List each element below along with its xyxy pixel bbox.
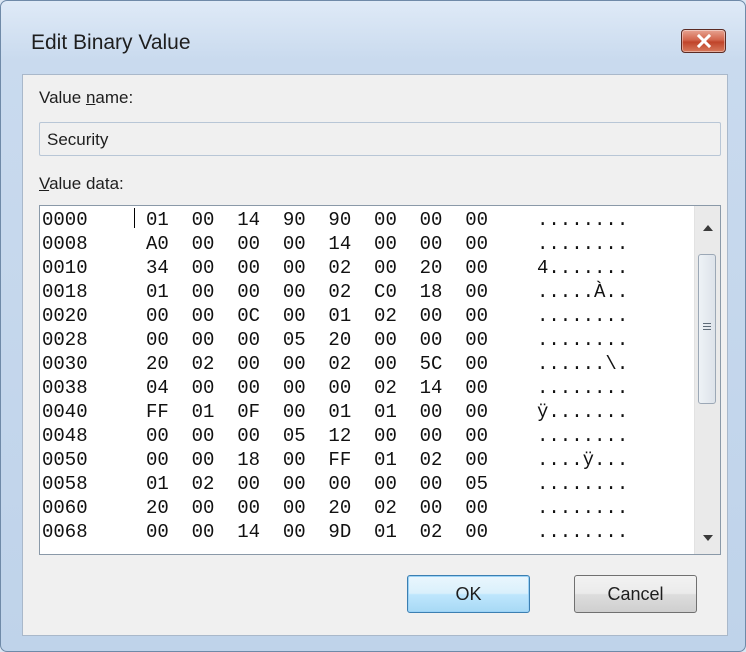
edit-binary-value-dialog: Edit Binary Value Value name: Security V… [0, 0, 746, 652]
vertical-scrollbar[interactable] [694, 206, 720, 554]
hex-bytes: 01 02 00 00 00 00 00 05 [146, 473, 489, 495]
hex-ascii: ........ [537, 497, 629, 519]
dialog-title: Edit Binary Value [31, 31, 191, 54]
thumb-grip-line [703, 323, 711, 324]
hex-ascii: ........ [537, 233, 629, 255]
hex-row: 0060 20 00 00 00 20 02 00 00........ [42, 497, 692, 519]
hex-row: 0038 04 00 00 00 00 02 14 00........ [42, 377, 692, 399]
thumb-grip-line [703, 329, 711, 330]
hex-offset: 0040 [42, 401, 88, 423]
value-name-field[interactable]: Security [39, 122, 721, 156]
cancel-button[interactable]: Cancel [574, 575, 697, 613]
hex-row: 0028 00 00 00 05 20 00 00 00........ [42, 329, 692, 351]
hex-bytes: 34 00 00 00 02 00 20 00 [146, 257, 489, 279]
hex-row: 0018 01 00 00 00 02 C0 18 00 .....À.. [42, 281, 692, 303]
hex-offset: 0008 [42, 233, 88, 255]
hex-ascii: ......\. [537, 353, 629, 375]
hex-offset: 0048 [42, 425, 88, 447]
hex-row: 0058 01 02 00 00 00 00 00 05........ [42, 473, 692, 495]
hex-bytes: 00 00 00 05 12 00 00 00 [146, 425, 489, 447]
hex-bytes: A0 00 00 00 14 00 00 00 [146, 233, 489, 255]
hex-bytes: 04 00 00 00 00 02 14 00 [146, 377, 489, 399]
hex-bytes: 00 00 00 05 20 00 00 00 [146, 329, 489, 351]
hex-row: 0068 00 00 14 00 9D 01 02 00........ [42, 521, 692, 543]
hex-ascii: .....À.. [537, 281, 629, 303]
hex-row: 0030 20 02 00 00 02 00 5C 00 ......\. [42, 353, 692, 375]
hex-offset: 0038 [42, 377, 88, 399]
close-icon [696, 34, 711, 48]
hex-bytes: 20 00 00 00 20 02 00 00 [146, 497, 489, 519]
hex-row: 0050 00 00 18 00 FF 01 02 00 ....ÿ... [42, 449, 692, 471]
hex-rows: 0000 01 00 14 90 90 00 00 00........ 0008 A… [42, 209, 692, 553]
hex-offset: 0060 [42, 497, 88, 519]
hex-offset: 0050 [42, 449, 88, 471]
hex-ascii: 4....... [537, 257, 629, 279]
hex-row: 0000 01 00 14 90 90 00 00 00........ [42, 209, 692, 231]
hex-offset: 0058 [42, 473, 88, 495]
hex-bytes: 01 00 14 90 90 00 00 00 [146, 209, 489, 231]
hex-row: 0020 00 00 0C 00 01 02 00 00........ [42, 305, 692, 327]
hex-row: 0048 00 00 00 05 12 00 00 00........ [42, 425, 692, 447]
hex-ascii: ÿ....... [537, 401, 629, 423]
hex-offset: 0068 [42, 521, 88, 543]
hex-row: 0040 FF 01 0F 00 01 01 00 00 ÿ....... [42, 401, 692, 423]
hex-offset: 0030 [42, 353, 88, 375]
hex-offset: 0000 [42, 209, 88, 231]
hex-ascii: ........ [537, 377, 629, 399]
hex-offset: 0020 [42, 305, 88, 327]
hex-editor[interactable]: 0000 01 00 14 90 90 00 00 00........ 0008 A… [39, 205, 721, 555]
hex-offset: 0028 [42, 329, 88, 351]
hex-ascii: ........ [537, 473, 629, 495]
hex-bytes: 01 00 00 00 02 C0 18 00 [146, 281, 489, 303]
value-name-text: Security [47, 130, 109, 149]
scroll-down-button[interactable] [695, 526, 720, 550]
ok-button[interactable]: OK [407, 575, 530, 613]
hex-ascii: ........ [537, 425, 629, 447]
hex-offset: 0010 [42, 257, 88, 279]
hex-ascii: ........ [537, 209, 629, 231]
arrow-down-icon [702, 535, 713, 541]
hex-row: 0010 34 00 00 00 02 00 20 00 4....... [42, 257, 692, 279]
close-button[interactable] [681, 29, 726, 53]
hex-ascii: ........ [537, 521, 629, 543]
arrow-up-icon [702, 225, 713, 231]
hex-bytes: 00 00 14 00 9D 01 02 00 [146, 521, 489, 543]
thumb-grip-line [703, 326, 711, 327]
scroll-up-button[interactable] [695, 216, 720, 240]
hex-bytes: 00 00 18 00 FF 01 02 00 [146, 449, 489, 471]
hex-bytes: FF 01 0F 00 01 01 00 00 [146, 401, 489, 423]
hex-ascii: ........ [537, 329, 629, 351]
value-name-label: Value name: [39, 88, 134, 107]
dialog-body: Value name: Security Value data: 0000 01 … [22, 74, 728, 636]
hex-bytes: 00 00 0C 00 01 02 00 00 [146, 305, 489, 327]
title-bar[interactable]: Edit Binary Value [1, 1, 745, 83]
hex-row: 0008 A0 00 00 00 14 00 00 00........ [42, 233, 692, 255]
hex-ascii: ....ÿ... [537, 449, 629, 471]
hex-offset: 0018 [42, 281, 88, 303]
text-caret [134, 208, 135, 228]
hex-bytes: 20 02 00 00 02 00 5C 00 [146, 353, 489, 375]
value-data-label: Value data: [39, 174, 124, 193]
hex-ascii: ........ [537, 305, 629, 327]
scrollbar-thumb[interactable] [698, 254, 716, 404]
